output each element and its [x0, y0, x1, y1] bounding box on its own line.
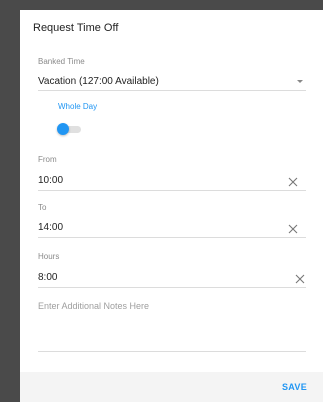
to-label: To [38, 203, 47, 212]
from-underline [38, 190, 306, 191]
whole-day-toggle[interactable] [57, 123, 83, 135]
dialog-title: Request Time Off [33, 22, 119, 34]
banked-time-select[interactable]: Vacation (127:00 Available) [38, 76, 159, 87]
dialog-footer: SAVE [20, 372, 323, 402]
request-time-off-dialog: Request Time Off Banked Time Vacation (1… [20, 10, 323, 402]
notes-textarea[interactable]: Enter Additional Notes Here [38, 301, 149, 311]
whole-day-label: Whole Day [58, 102, 98, 111]
dropdown-caret-icon[interactable] [297, 80, 303, 83]
banked-time-label: Banked Time [38, 57, 85, 66]
from-label: From [38, 155, 57, 164]
banked-time-underline [38, 90, 306, 91]
save-button[interactable]: SAVE [282, 382, 307, 392]
to-underline [38, 237, 306, 238]
from-input[interactable]: 10:00 [38, 175, 63, 186]
notes-underline [38, 351, 306, 352]
hours-input[interactable]: 8:00 [38, 272, 57, 283]
close-icon[interactable] [288, 224, 298, 234]
to-input[interactable]: 14:00 [38, 222, 63, 233]
close-icon[interactable] [288, 177, 298, 187]
toggle-knob [57, 123, 69, 135]
hours-label: Hours [38, 252, 60, 261]
close-icon[interactable] [295, 274, 305, 284]
hours-underline [38, 287, 306, 288]
